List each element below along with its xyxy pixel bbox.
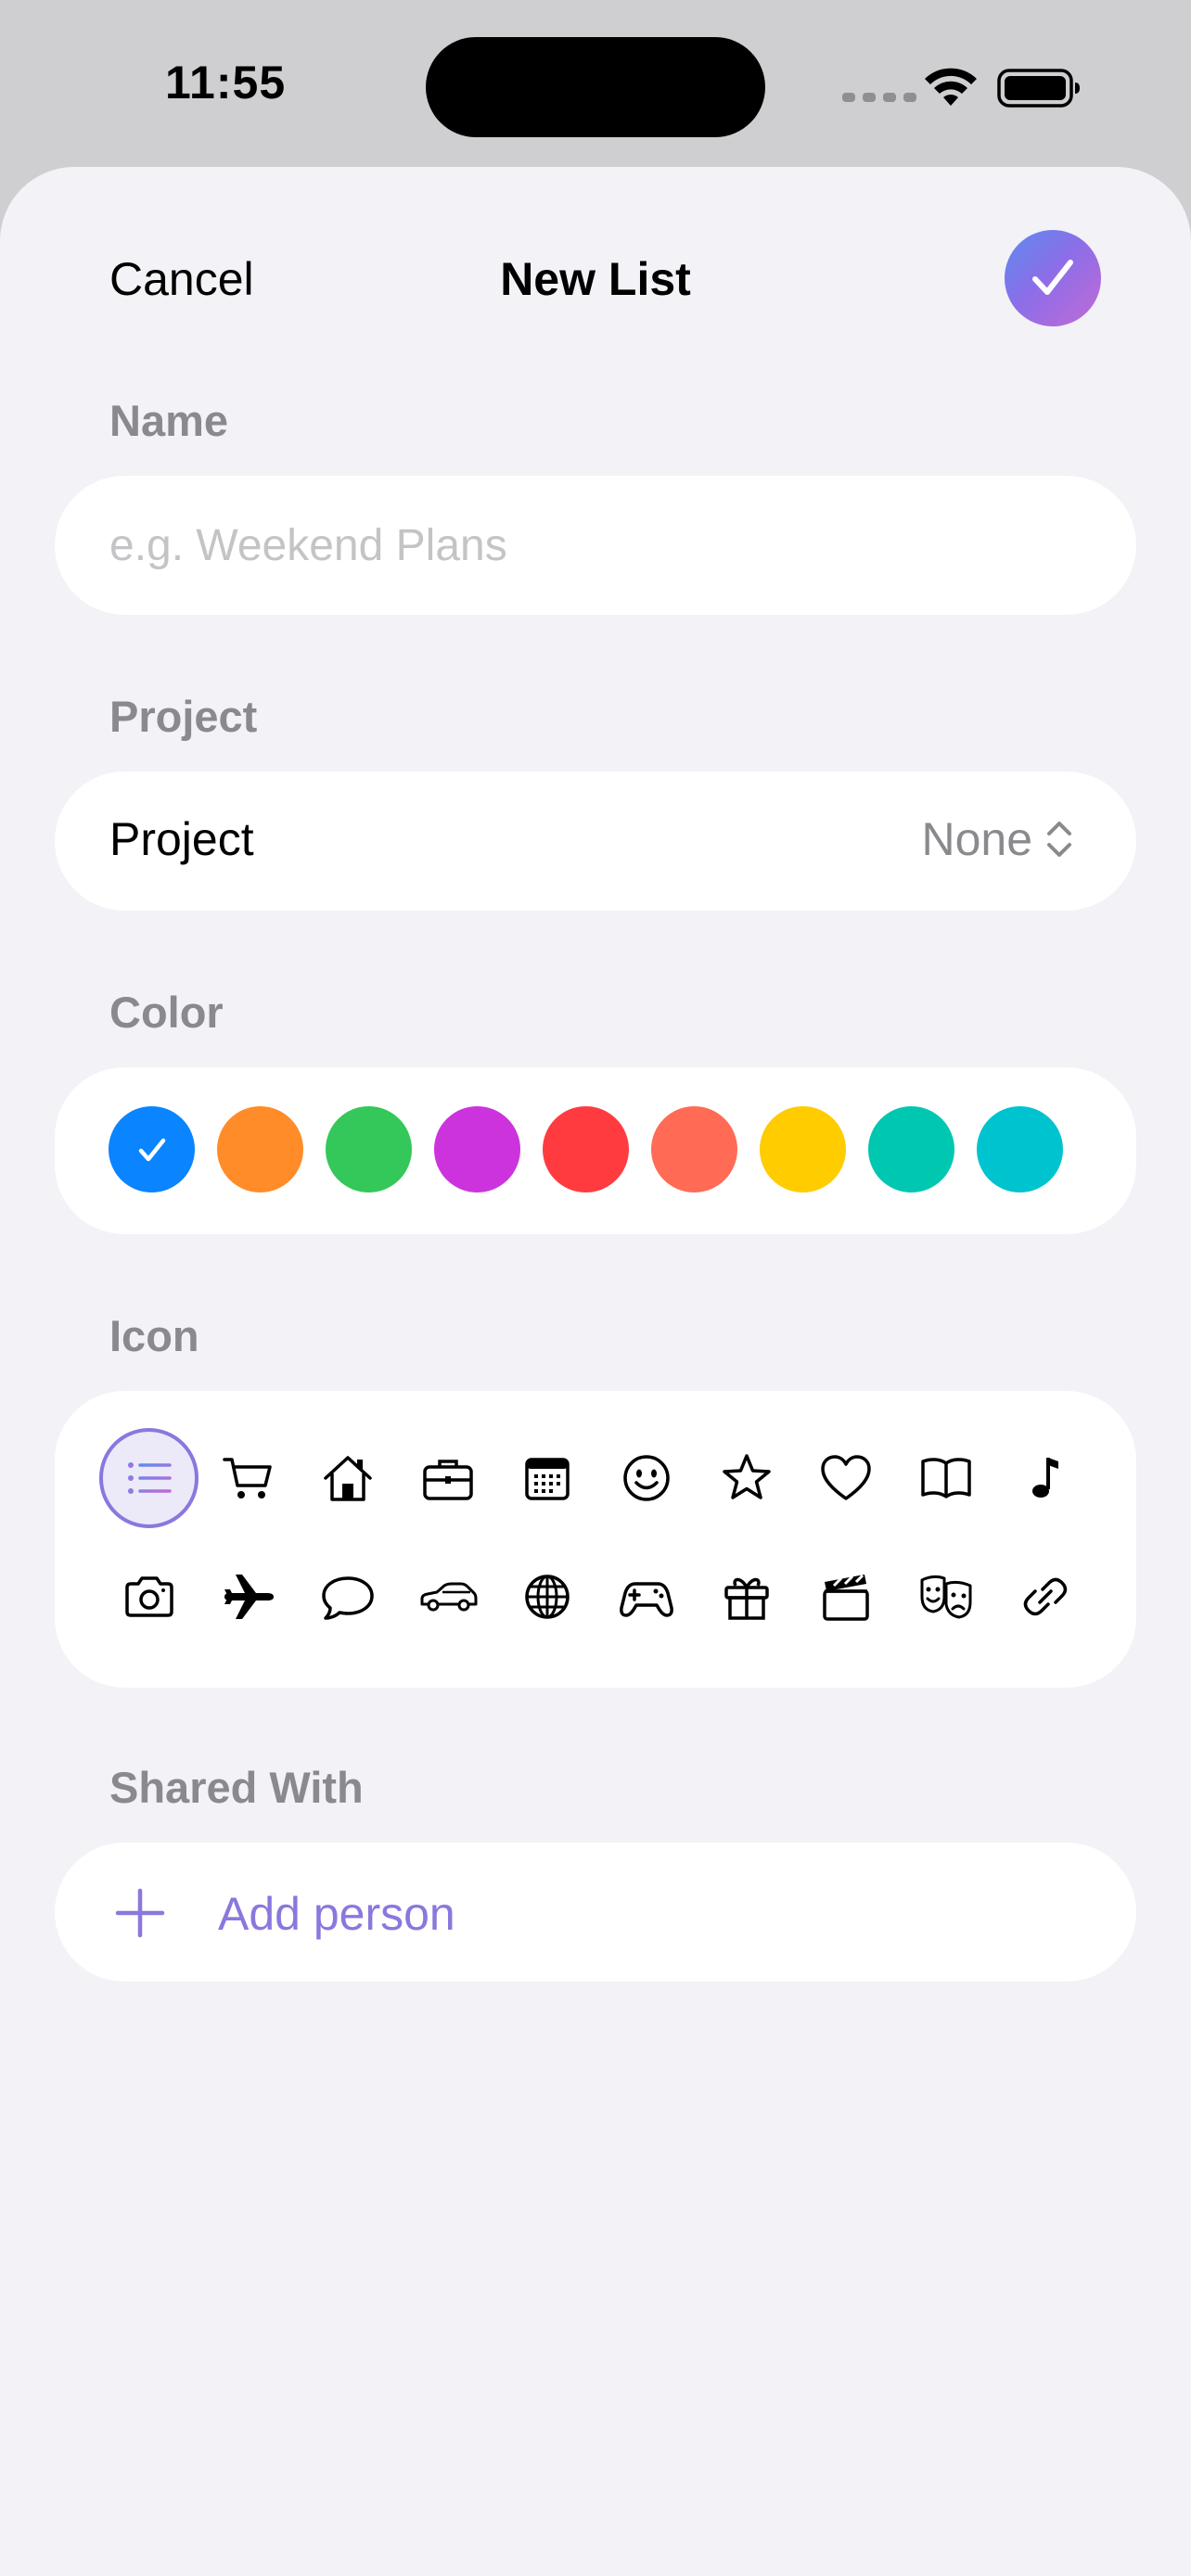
color-swatch[interactable] <box>434 1106 520 1192</box>
chevron-up-down-icon <box>1047 822 1071 857</box>
color-swatch[interactable] <box>977 1106 1063 1192</box>
color-swatch[interactable] <box>109 1106 195 1192</box>
icon-option-link[interactable] <box>996 1547 1095 1647</box>
icon-option-gamecontroller[interactable] <box>597 1547 697 1647</box>
name-card <box>55 476 1136 615</box>
icon-option-car[interactable] <box>398 1547 497 1647</box>
shared-with-section-label: Shared With <box>109 1763 364 1812</box>
icon-option-heart[interactable] <box>797 1428 896 1528</box>
new-list-sheet: Cancel New List Name Project Project Non… <box>0 167 1191 2576</box>
icon-option-clapperboard[interactable] <box>797 1547 896 1647</box>
icon-option-list[interactable] <box>99 1428 198 1528</box>
dynamic-island <box>426 37 765 137</box>
clapperboard-icon <box>823 1574 869 1621</box>
icon-option-smiley[interactable] <box>597 1428 697 1528</box>
wifi-icon <box>925 68 977 106</box>
checkmark-icon <box>1032 260 1073 295</box>
globe-icon <box>525 1575 570 1619</box>
color-swatch[interactable] <box>543 1106 629 1192</box>
project-picker-row[interactable]: Project None <box>55 772 1136 911</box>
icon-option-airplane[interactable] <box>198 1547 298 1647</box>
house-icon <box>324 1456 373 1501</box>
icon-option-speech-bubble[interactable] <box>299 1547 398 1647</box>
project-section-label: Project <box>109 692 258 741</box>
icon-option-star[interactable] <box>697 1428 796 1528</box>
smiley-icon <box>623 1455 671 1501</box>
icon-card <box>55 1391 1136 1688</box>
icon-grid <box>99 1428 1097 1647</box>
camera-icon <box>124 1576 173 1617</box>
project-row-label: Project <box>109 813 254 865</box>
cart-icon <box>223 1458 272 1498</box>
car-icon <box>420 1582 478 1612</box>
nav-bar: Cancel New List <box>0 167 1191 399</box>
color-swatch[interactable] <box>760 1106 846 1192</box>
music-note-icon <box>1032 1458 1059 1498</box>
airplane-icon <box>224 1575 274 1619</box>
done-button[interactable] <box>1005 230 1101 326</box>
icon-option-gift[interactable] <box>697 1547 796 1647</box>
heart-icon <box>821 1455 871 1500</box>
star-icon <box>723 1454 771 1499</box>
battery-icon <box>997 69 1080 108</box>
project-value: None <box>921 813 1032 865</box>
icon-option-music-note[interactable] <box>996 1428 1095 1528</box>
icon-option-briefcase[interactable] <box>398 1428 497 1528</box>
speech-bubble-icon <box>322 1576 375 1620</box>
gift-icon <box>724 1577 769 1620</box>
icon-option-camera[interactable] <box>99 1547 198 1647</box>
color-swatches <box>109 1106 1063 1192</box>
icon-option-calendar[interactable] <box>498 1428 597 1528</box>
icon-option-cart[interactable] <box>198 1428 298 1528</box>
cellular-signal-icon <box>842 93 916 102</box>
screen: 11:55 Cancel New List Name e.g. Weekend … <box>0 0 1191 2576</box>
gamecontroller-icon <box>620 1582 674 1617</box>
icon-section-label: Icon <box>109 1311 199 1360</box>
color-swatch[interactable] <box>651 1106 737 1192</box>
add-person-label: Add person <box>218 1888 455 1940</box>
color-section-label: Color <box>109 988 224 1037</box>
add-person-button[interactable]: Add person <box>55 1843 1136 1982</box>
book-icon <box>920 1458 971 1498</box>
color-card <box>55 1067 1136 1234</box>
theater-masks-icon <box>920 1575 972 1619</box>
name-input[interactable] <box>109 515 1082 576</box>
link-icon <box>1023 1577 1068 1616</box>
name-section-label: Name <box>109 396 229 445</box>
color-swatch[interactable] <box>326 1106 412 1192</box>
icon-option-house[interactable] <box>299 1428 398 1528</box>
calendar-icon <box>525 1458 570 1500</box>
color-swatch[interactable] <box>217 1106 303 1192</box>
plus-icon <box>115 1888 165 1938</box>
icon-option-theater-masks[interactable] <box>896 1547 995 1647</box>
checkmark-icon <box>138 1138 165 1161</box>
icon-option-book[interactable] <box>896 1428 995 1528</box>
color-swatch[interactable] <box>868 1106 954 1192</box>
project-picker-value[interactable]: None <box>921 812 1073 866</box>
list-icon <box>127 1462 172 1494</box>
briefcase-icon <box>422 1460 473 1500</box>
status-bar: 11:55 <box>0 0 1191 167</box>
status-time: 11:55 <box>165 57 287 108</box>
icon-option-globe[interactable] <box>498 1547 597 1647</box>
shared-with-card: Add person <box>55 1843 1136 1982</box>
